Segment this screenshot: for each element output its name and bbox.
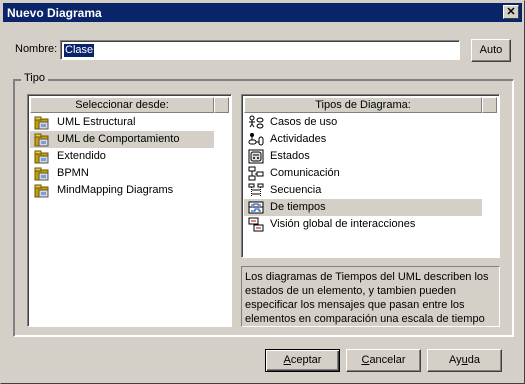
category-item-mindmapping[interactable]: MindMapping Diagrams [30, 182, 229, 199]
help-label-start: Ay [448, 354, 462, 366]
category-item-label: Extendido [57, 150, 106, 162]
folder-package-icon [34, 132, 50, 147]
category-list[interactable]: Seleccionar desde: UML Estructural UML d… [27, 94, 232, 327]
folder-package-icon [34, 149, 50, 164]
help-button[interactable]: Ayuda [427, 349, 502, 372]
category-item-bpmn[interactable]: BPMN [30, 165, 229, 182]
diagram-type-label: Casos de uso [270, 116, 338, 128]
cancel-button[interactable]: Cancelar [346, 349, 421, 372]
interaction-overview-icon [248, 217, 264, 232]
diagram-type-list-header[interactable]: Tipos de Diagrama: [244, 97, 482, 113]
category-items: UML Estructural UML de Comportamiento Ex… [30, 114, 229, 199]
name-input-value: Clase [64, 44, 95, 57]
diagram-type-de-tiempos[interactable]: De tiempos [244, 199, 482, 216]
help-label-end: da [467, 354, 480, 366]
name-input[interactable]: Clase [60, 40, 460, 60]
diagram-type-comunicacion[interactable]: Comunicación [244, 165, 497, 182]
title-bar[interactable]: Nuevo Diagrama ✕ [3, 3, 522, 22]
diagram-type-vision-global[interactable]: Visión global de interacciones [244, 216, 497, 233]
diagram-type-estados[interactable]: Estados [244, 148, 497, 165]
name-label: Nombre: [15, 43, 58, 55]
diagram-type-actividades[interactable]: Actividades [244, 131, 497, 148]
dialog-window: Nuevo Diagrama ✕ Nombre: Clase Auto Tipo… [0, 0, 525, 384]
sequence-icon [248, 183, 264, 198]
state-icon [248, 149, 264, 164]
diagram-type-label: Estados [270, 150, 310, 162]
category-item-label: BPMN [57, 167, 89, 179]
diagram-type-label: De tiempos [270, 201, 326, 213]
folder-package-icon [34, 115, 50, 130]
category-item-label: UML Estructural [57, 116, 136, 128]
category-header-filler [214, 97, 229, 113]
accept-button[interactable]: Aceptar [265, 349, 340, 372]
category-item-uml-estructural[interactable]: UML Estructural [30, 114, 229, 131]
folder-package-icon [34, 183, 50, 198]
diagram-type-casos-de-uso[interactable]: Casos de uso [244, 114, 497, 131]
accept-label: ceptar [290, 354, 322, 366]
category-item-label: MindMapping Diagrams [57, 184, 174, 196]
timing-icon [248, 200, 264, 215]
category-list-header[interactable]: Seleccionar desde: [30, 97, 214, 113]
close-button[interactable]: ✕ [503, 5, 519, 19]
diagram-type-list[interactable]: Tipos de Diagrama: Casos de uso Activida… [241, 94, 500, 258]
communication-icon [248, 166, 264, 181]
diagram-type-secuencia[interactable]: Secuencia [244, 182, 497, 199]
category-item-uml-comportamiento[interactable]: UML de Comportamiento [30, 131, 214, 148]
use-case-icon [248, 115, 264, 130]
accept-accesskey: A [283, 354, 291, 366]
diagram-type-items: Casos de uso Actividades Estados Comunic… [244, 114, 497, 233]
folder-package-icon [34, 166, 50, 181]
close-icon: ✕ [506, 6, 516, 18]
category-item-extendido[interactable]: Extendido [30, 148, 229, 165]
category-item-label: UML de Comportamiento [57, 133, 180, 145]
diagram-type-label: Secuencia [270, 184, 322, 196]
diagram-description: Los diagramas de Tiempos del UML describ… [241, 266, 500, 327]
diagram-type-label: Comunicación [270, 167, 340, 179]
diagram-type-label: Actividades [270, 133, 327, 145]
cancel-label: ancelar [369, 354, 406, 366]
diagram-type-label: Visión global de interacciones [270, 218, 416, 230]
auto-button[interactable]: Auto [471, 39, 511, 62]
activity-icon [248, 132, 264, 147]
type-group-title: Tipo [21, 72, 48, 84]
window-title: Nuevo Diagrama [7, 6, 102, 20]
diagram-type-header-filler [482, 97, 497, 113]
